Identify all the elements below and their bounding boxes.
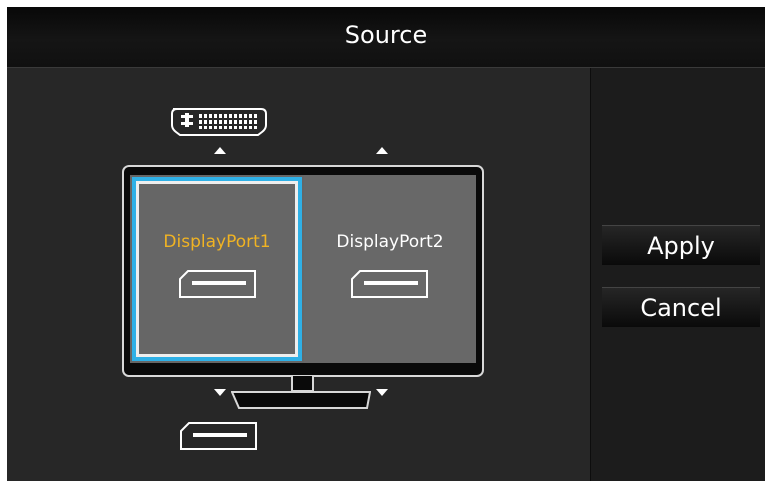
action-panel: Apply Cancel [590,68,765,481]
displayport-icon [351,270,428,298]
monitor-graphic: DisplayPort1 DisplayPort2 [122,165,484,377]
title-bar: Source [7,7,765,68]
arrow-down-left-icon [214,389,226,396]
monitor-stand [231,391,371,409]
source-pane-displayport1[interactable]: DisplayPort1 [130,175,304,363]
source-label: DisplayPort1 [163,232,271,252]
apply-button[interactable]: Apply [602,225,760,265]
source-osd-window: Source DisplayPort1 DisplayPort2 Apply C… [7,7,765,481]
source-label: DisplayPort2 [336,232,444,252]
monitor-screen: DisplayPort1 DisplayPort2 [130,175,476,363]
arrow-down-right-icon [376,389,388,396]
page-title: Source [344,21,428,49]
cancel-button[interactable]: Cancel [602,287,760,327]
dvi-port-icon [171,108,267,136]
arrow-up-left-icon [214,147,226,154]
arrow-up-right-icon [376,147,388,154]
source-pane-displayport2[interactable]: DisplayPort2 [304,175,476,363]
displayport-icon [180,422,257,450]
displayport-icon [179,270,256,298]
